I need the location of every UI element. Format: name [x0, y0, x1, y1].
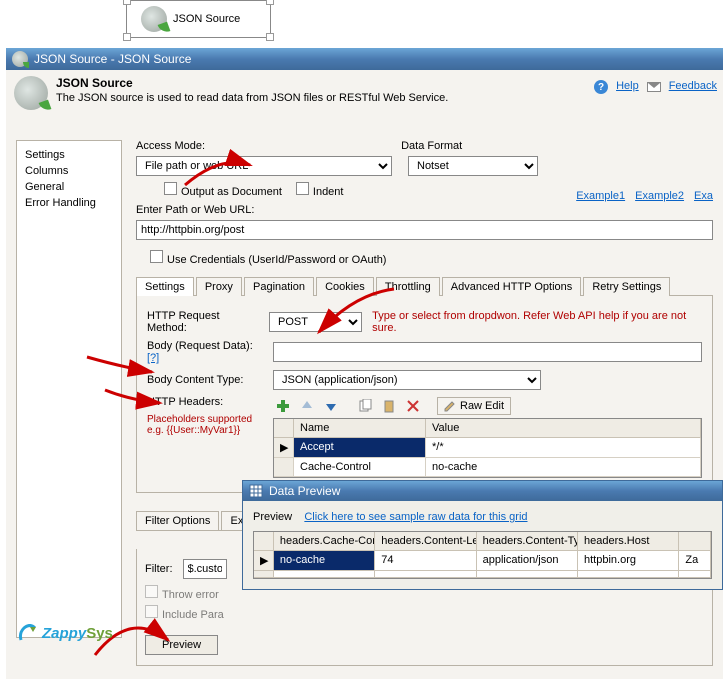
header-desc: The JSON source is used to read data fro… — [56, 92, 448, 104]
tab-advanced-http[interactable]: Advanced HTTP Options — [442, 277, 581, 296]
grid-col-rowheader — [254, 532, 274, 551]
paste-icon[interactable] — [379, 396, 399, 416]
tab-cookies[interactable]: Cookies — [316, 277, 374, 296]
preview-tab: Preview — [253, 511, 292, 523]
body-input — [273, 342, 702, 362]
http-method-select[interactable]: POST — [269, 312, 362, 332]
output-as-document-checkbox[interactable]: Output as Document — [164, 182, 282, 198]
help-link[interactable]: Help — [616, 80, 639, 94]
filter-input[interactable] — [183, 559, 227, 579]
body-label: Body (Request Data): — [147, 340, 253, 352]
preview-button[interactable]: Preview — [145, 635, 218, 655]
sidebar-item-error-handling[interactable]: Error Handling — [21, 195, 117, 211]
data-format-label: Data Format — [401, 140, 462, 152]
window-titlebar: JSON Source - JSON Source — [6, 48, 723, 70]
grid-col[interactable]: headers.Cache-Con — [274, 532, 375, 551]
feedback-link[interactable]: Feedback — [669, 80, 717, 94]
copy-icon[interactable] — [355, 396, 375, 416]
component-tag[interactable]: JSON Source — [126, 0, 271, 38]
example1-link[interactable]: Example1 — [576, 190, 625, 202]
http-method-hint: Type or select from dropdwon. Refer Web … — [372, 310, 702, 334]
example3-link[interactable]: Exa — [694, 190, 713, 202]
mail-icon — [647, 82, 661, 92]
grid-col[interactable]: headers.Content-Le — [375, 532, 476, 551]
http-method-label: HTTP Request Method: — [147, 310, 259, 334]
grid-col-name[interactable]: Name — [294, 419, 426, 438]
tab-throttling[interactable]: Throttling — [376, 277, 440, 296]
add-icon[interactable] — [273, 396, 293, 416]
preview-title: Data Preview — [269, 484, 340, 498]
path-input[interactable] — [136, 220, 713, 240]
raw-edit-button[interactable]: Raw Edit — [437, 397, 511, 415]
data-preview-window: Data Preview Preview Click here to see s… — [242, 480, 723, 590]
content-type-label: Body Content Type: — [147, 374, 263, 386]
tab-filter-options[interactable]: Filter Options — [136, 511, 219, 530]
header-title: JSON Source — [56, 76, 448, 90]
example2-link[interactable]: Example2 — [635, 190, 684, 202]
grid-col-rowheader — [274, 419, 294, 438]
table-row — [254, 571, 711, 578]
preview-grid: headers.Cache-Con headers.Content-Le hea… — [253, 531, 712, 579]
grid-col[interactable] — [679, 532, 711, 551]
headers-grid: Name Value ▶ Accept */* Cache-Control no… — [273, 418, 702, 478]
delete-icon[interactable] — [403, 396, 423, 416]
sidebar-item-columns[interactable]: Columns — [21, 163, 117, 179]
http-headers-label: HTTP Headers: — [147, 396, 263, 408]
grid-col-value[interactable]: Value — [426, 419, 701, 438]
window-title: JSON Source - JSON Source — [34, 52, 191, 66]
json-source-icon — [12, 51, 28, 67]
include-para-checkbox[interactable]: Include Para — [145, 605, 704, 621]
grid-col[interactable]: headers.Content-Ty — [477, 532, 578, 551]
path-label: Enter Path or Web URL: — [136, 204, 254, 216]
grid-icon — [249, 484, 263, 498]
filter-label: Filter: — [145, 563, 173, 575]
content-type-select[interactable]: JSON (application/json) — [273, 370, 541, 390]
down-icon[interactable] — [321, 396, 341, 416]
help-icon: ? — [594, 80, 608, 94]
dialog-header: JSON Source The JSON source is used to r… — [6, 70, 723, 126]
table-row[interactable]: Cache-Control no-cache — [274, 458, 701, 477]
preview-sample-link[interactable]: Click here to see sample raw data for th… — [304, 511, 527, 523]
access-mode-select[interactable]: File path or web URL — [136, 156, 392, 176]
http-tabs: Settings Proxy Pagination Cookies Thrott… — [136, 276, 713, 296]
access-mode-label: Access Mode: — [136, 140, 205, 152]
preview-titlebar: Data Preview — [243, 481, 722, 501]
tab-pagination[interactable]: Pagination — [244, 277, 314, 296]
sidebar-item-general[interactable]: General — [21, 179, 117, 195]
json-source-icon — [14, 76, 48, 110]
tab-settings-body: HTTP Request Method: POST Type or select… — [136, 296, 713, 493]
content: Settings Columns General Error Handling … — [6, 126, 723, 679]
tab-settings[interactable]: Settings — [136, 277, 194, 296]
json-source-icon — [141, 6, 167, 32]
placeholder-hint: Placeholders supported e.g. {{User::MyVa… — [147, 414, 263, 436]
sidebar-nav: Settings Columns General Error Handling — [16, 140, 122, 638]
up-icon[interactable] — [297, 396, 317, 416]
grid-col[interactable]: headers.Host — [578, 532, 679, 551]
body-help-link[interactable]: [?] — [147, 352, 159, 364]
data-format-select[interactable]: Notset — [408, 156, 538, 176]
component-title: JSON Source — [173, 13, 240, 25]
table-row[interactable]: ▶ no-cache 74 application/json httpbin.o… — [254, 551, 711, 571]
sidebar-item-settings[interactable]: Settings — [21, 147, 117, 163]
tab-proxy[interactable]: Proxy — [196, 277, 242, 296]
tab-retry[interactable]: Retry Settings — [583, 277, 670, 296]
zappysys-logo: ZappySys — [18, 624, 113, 642]
use-credentials-checkbox[interactable]: Use Credentials (UserId/Password or OAut… — [150, 250, 386, 266]
table-row[interactable]: ▶ Accept */* — [274, 438, 701, 458]
indent-checkbox[interactable]: Indent — [296, 182, 344, 198]
pencil-icon — [444, 400, 456, 412]
